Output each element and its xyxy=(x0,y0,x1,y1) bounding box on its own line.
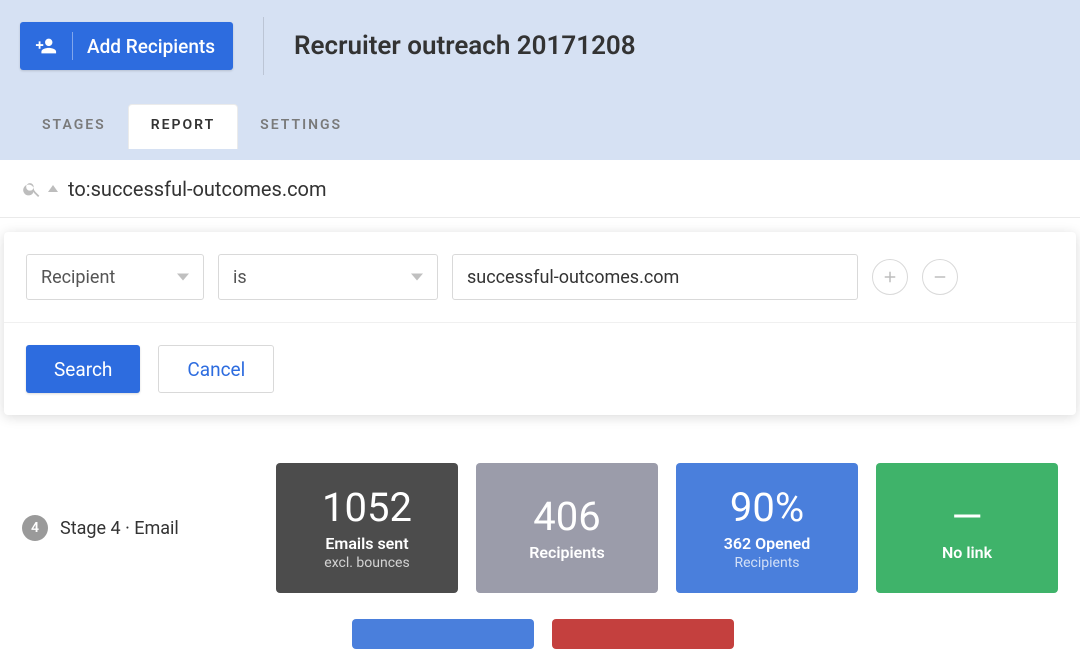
minus-icon xyxy=(931,268,949,286)
search-icon xyxy=(22,179,42,199)
page-title: Recruiter outreach 20171208 xyxy=(294,31,636,61)
cancel-button[interactable]: Cancel xyxy=(158,345,274,393)
stat-card-emails-sent[interactable]: 1052 Emails sent excl. bounces xyxy=(276,463,458,593)
header: Add Recipients Recruiter outreach 201712… xyxy=(0,0,1080,160)
caret-up-icon xyxy=(48,185,58,192)
stat-card-partial-red[interactable] xyxy=(552,619,734,649)
stat-card-links[interactable]: — No link xyxy=(876,463,1058,593)
chevron-down-icon xyxy=(411,274,423,281)
search-query: to:successful-outcomes.com xyxy=(68,177,327,201)
filter-operator-select[interactable]: is xyxy=(218,254,438,300)
stat-sublabel: Recipients xyxy=(734,555,799,571)
filter-field-select[interactable]: Recipient xyxy=(26,254,204,300)
stat-label: No link xyxy=(942,543,992,562)
add-filter-button[interactable] xyxy=(872,259,908,295)
remove-filter-button[interactable] xyxy=(922,259,958,295)
stat-label: Emails sent xyxy=(325,534,408,553)
filter-value-input[interactable] xyxy=(452,254,858,300)
tab-bar: STAGES REPORT SETTINGS xyxy=(20,104,1060,149)
vertical-divider xyxy=(263,17,264,75)
stat-card-recipients[interactable]: 406 Recipients xyxy=(476,463,658,593)
stage-row: 4 Stage 4 · Email 1052 Emails sent excl.… xyxy=(0,463,1080,593)
stage-info: 4 Stage 4 · Email xyxy=(22,515,276,541)
filter-field-value: Recipient xyxy=(41,267,115,288)
button-divider xyxy=(72,32,73,60)
stat-card-partial-blue[interactable] xyxy=(352,619,534,649)
tab-report[interactable]: REPORT xyxy=(128,104,238,149)
search-toggle[interactable] xyxy=(22,179,58,199)
add-person-icon xyxy=(34,34,58,58)
stage-label: Stage 4 · Email xyxy=(60,518,179,539)
tab-settings[interactable]: SETTINGS xyxy=(238,105,364,149)
search-button[interactable]: Search xyxy=(26,345,140,393)
next-stat-row xyxy=(352,619,1080,649)
stat-value: 90% xyxy=(730,486,804,530)
stage-number-badge: 4 xyxy=(22,515,48,541)
stat-card-opened[interactable]: 90% 362 Opened Recipients xyxy=(676,463,858,593)
stat-value: — xyxy=(951,495,982,539)
add-recipients-label: Add Recipients xyxy=(87,35,215,58)
filter-row: Recipient is xyxy=(4,232,1076,323)
filter-actions: Search Cancel xyxy=(4,323,1076,415)
plus-icon xyxy=(881,268,899,286)
tab-stages[interactable]: STAGES xyxy=(20,105,128,149)
stat-value: 1052 xyxy=(322,486,412,530)
stat-sublabel: excl. bounces xyxy=(324,555,409,571)
filter-operator-value: is xyxy=(233,267,247,288)
search-bar[interactable]: to:successful-outcomes.com xyxy=(0,160,1080,218)
stat-label: Recipients xyxy=(529,543,605,562)
chevron-down-icon xyxy=(177,274,189,281)
stat-label: 362 Opened xyxy=(724,534,811,553)
stats-row: 1052 Emails sent excl. bounces 406 Recip… xyxy=(276,463,1058,593)
filter-panel: Recipient is Search Cancel xyxy=(4,232,1076,415)
header-top-row: Add Recipients Recruiter outreach 201712… xyxy=(20,18,1060,74)
stat-value: 406 xyxy=(533,495,600,539)
add-recipients-button[interactable]: Add Recipients xyxy=(20,22,233,70)
